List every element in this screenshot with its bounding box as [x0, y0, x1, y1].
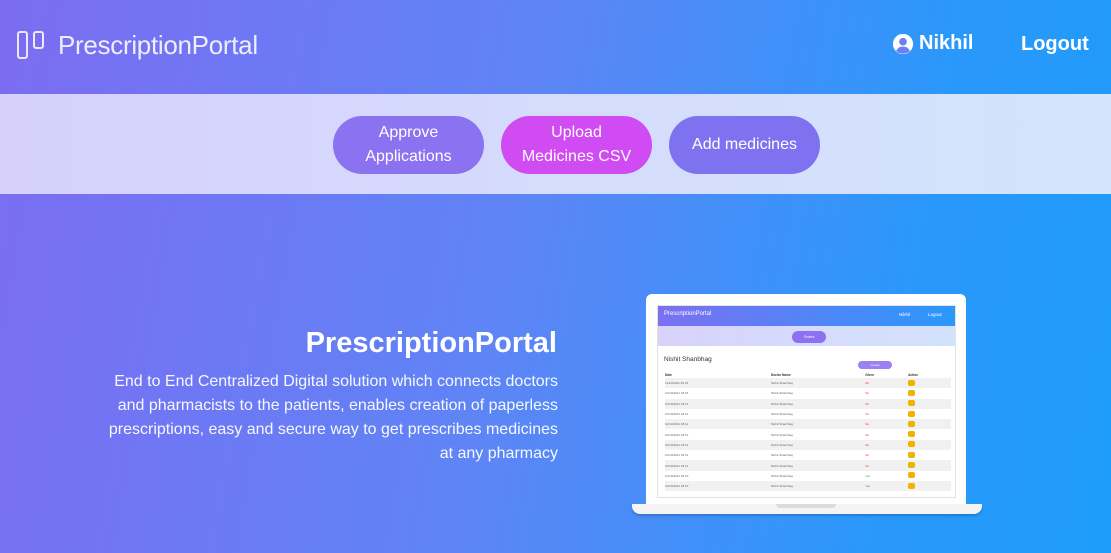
mockup-header: PrescriptionPortal Nikhil Logout	[658, 306, 955, 326]
edit-icon	[908, 431, 916, 438]
mockup-logout: Logout	[928, 312, 942, 317]
add-medicines-button[interactable]: Add medicines	[669, 116, 820, 174]
mockup-cell-date: 10/10/2021 18:12	[665, 453, 689, 458]
mockup-cell-action	[908, 450, 951, 460]
mockup-cell-given: Yes	[865, 480, 909, 492]
approve-label-line2: Applications	[365, 148, 452, 165]
mockup-cell-doctor: Nishit Shanbhag	[770, 412, 793, 417]
mockup-cell-action	[908, 378, 951, 389]
mockup-patient-name: Nishit Shanbhag	[664, 356, 712, 363]
mockup-create-button: Create	[858, 361, 892, 369]
mockup-cell-action	[908, 409, 951, 419]
mockup-cell-given: No	[865, 453, 870, 458]
mockup-cell-given: Yes	[865, 473, 871, 478]
mockup-cell-doctor: Nishit Shanbhag	[770, 378, 866, 389]
logo-icon	[16, 29, 48, 61]
mockup-cell-doctor: Nishit Shanbhag	[770, 391, 793, 396]
edit-icon	[908, 420, 916, 427]
mockup-cell-given: No	[865, 398, 909, 409]
edit-icon	[908, 451, 916, 458]
mockup-cell-action	[908, 388, 951, 398]
mockup-cell-action	[908, 439, 951, 451]
action-bar: Approve Applications Upload Medicines CSV …	[0, 94, 1111, 194]
mockup-cell-date: 10/10/2021 18:10	[665, 473, 689, 478]
mockup-cell-date: 10/10/2021 18:12	[665, 412, 689, 417]
mockup-table-row: 10/10/2021 18:10 Nishit Shanbhag Yes	[665, 471, 951, 481]
mockup-cell-date: 11/10/2021 00:13	[665, 378, 771, 389]
edit-icon	[908, 472, 916, 479]
mockup-cell-doctor: Nishit Shanbhag	[770, 480, 866, 492]
upload-label-line1: Upload	[551, 124, 602, 141]
mockup-table-row: 10/10/2021 18:12 Nishit Shanbhag No	[665, 450, 951, 460]
mockup-table-row: 10/10/2021 18:15 Nishit Shanbhag No	[665, 388, 951, 398]
mockup-cell-date: 10/10/2021 18:12	[665, 432, 689, 437]
mockup-table-row: 10/10/2021 18:10 Nishit Shanbhag Yes	[665, 480, 951, 492]
edit-icon	[908, 389, 916, 396]
mockup-cell-action	[908, 398, 951, 409]
mockup-table-row: 10/10/2021 18:11 Nishit Shanbhag No	[665, 460, 951, 471]
mockup-cell-doctor: Nishit Shanbhag	[770, 460, 866, 471]
edit-icon	[908, 400, 916, 407]
upload-medicines-csv-button[interactable]: Upload Medicines CSV	[501, 116, 652, 174]
mockup-cell-given: No	[865, 460, 909, 471]
mockup-cell-doctor: Nishit Shanbhag	[770, 439, 866, 451]
approve-label-line1: Approve	[378, 124, 439, 141]
edit-icon	[908, 379, 916, 386]
mockup-screen: PrescriptionPortal Nikhil Logout Orders …	[657, 305, 956, 498]
mockup-cell-doctor: Nishit Shanbhag	[770, 419, 866, 430]
mockup-rows: 11/10/2021 00:13 Nishit Shanbhag No 10/10/2…	[665, 378, 951, 492]
brand[interactable]: PrescriptionPortal	[16, 29, 258, 61]
mockup-cell-doctor: Nishit Shanbhag	[770, 473, 793, 478]
mockup-cell-date: 10/10/2021 18:15	[665, 391, 689, 396]
hero-description: End to End Centralized Digital solution …	[108, 373, 558, 462]
brand-name: PrescriptionPortal	[58, 29, 258, 60]
mockup-brand: PrescriptionPortal	[664, 311, 712, 317]
mockup-cell-given: No	[865, 378, 909, 389]
logout-link[interactable]: Logout	[1021, 33, 1089, 56]
edit-icon	[908, 410, 916, 417]
mockup-cell-date: 10/10/2021 18:10	[665, 480, 771, 492]
mockup-cell-action	[908, 419, 951, 430]
mockup-table-row: 10/10/2021 18:12 Nishit Shanbhag No	[665, 439, 951, 451]
mockup-cell-date: 10/10/2021 18:11	[665, 460, 771, 471]
mockup-cell-given: No	[865, 419, 909, 430]
laptop-mockup: PrescriptionPortal Nikhil Logout Orders …	[646, 294, 966, 504]
mockup-cell-given: No	[865, 432, 870, 437]
mockup-cell-doctor: Nishit Shanbhag	[770, 453, 793, 458]
mockup-cell-doctor: Nishit Shanbhag	[770, 432, 793, 437]
edit-icon	[908, 482, 916, 489]
mockup-cell-given: No	[865, 412, 870, 417]
mockup-cell-date: 10/10/2021 18:12	[665, 419, 771, 430]
hero-title: PrescriptionPortal	[305, 327, 557, 359]
mockup-cell-given: No	[865, 391, 870, 396]
mockup-table-row: 10/10/2021 18:13 Nishit Shanbhag No	[665, 398, 951, 409]
mockup-table-row: 10/10/2021 18:12 Nishit Shanbhag No	[665, 419, 951, 430]
mockup-cell-action	[908, 480, 951, 492]
mockup-table-row: 10/10/2021 18:12 Nishit Shanbhag No	[665, 409, 951, 419]
mockup-user: Nikhil	[899, 312, 911, 317]
approve-applications-button[interactable]: Approve Applications	[333, 116, 484, 174]
mockup-cell-action	[908, 471, 951, 481]
header: PrescriptionPortal Nikhil Logout	[0, 0, 1111, 94]
mockup-cell-date: 10/10/2021 18:13	[665, 398, 771, 409]
edit-icon	[908, 441, 916, 448]
mockup-cell-doctor: Nishit Shanbhag	[770, 398, 866, 409]
mockup-table: Date Doctor Name Given Action 11/10/2021…	[665, 372, 951, 492]
mockup-table-row: 11/10/2021 00:13 Nishit Shanbhag No	[665, 378, 951, 389]
mockup-cell-given: No	[865, 439, 909, 451]
user-name: Nikhil	[919, 32, 974, 54]
mockup-cell-date: 10/10/2021 18:12	[665, 439, 771, 451]
user-circle-icon	[892, 33, 914, 54]
laptop-notch	[776, 504, 836, 508]
mockup-table-row: 10/10/2021 18:12 Nishit Shanbhag No	[665, 429, 951, 439]
user-menu[interactable]: Nikhil	[892, 32, 973, 55]
mockup-cell-action	[908, 429, 951, 439]
edit-icon	[908, 462, 916, 469]
upload-label-line2: Medicines CSV	[521, 148, 632, 165]
mockup-cell-action	[908, 460, 951, 471]
mockup-band-button: Orders	[792, 331, 826, 343]
